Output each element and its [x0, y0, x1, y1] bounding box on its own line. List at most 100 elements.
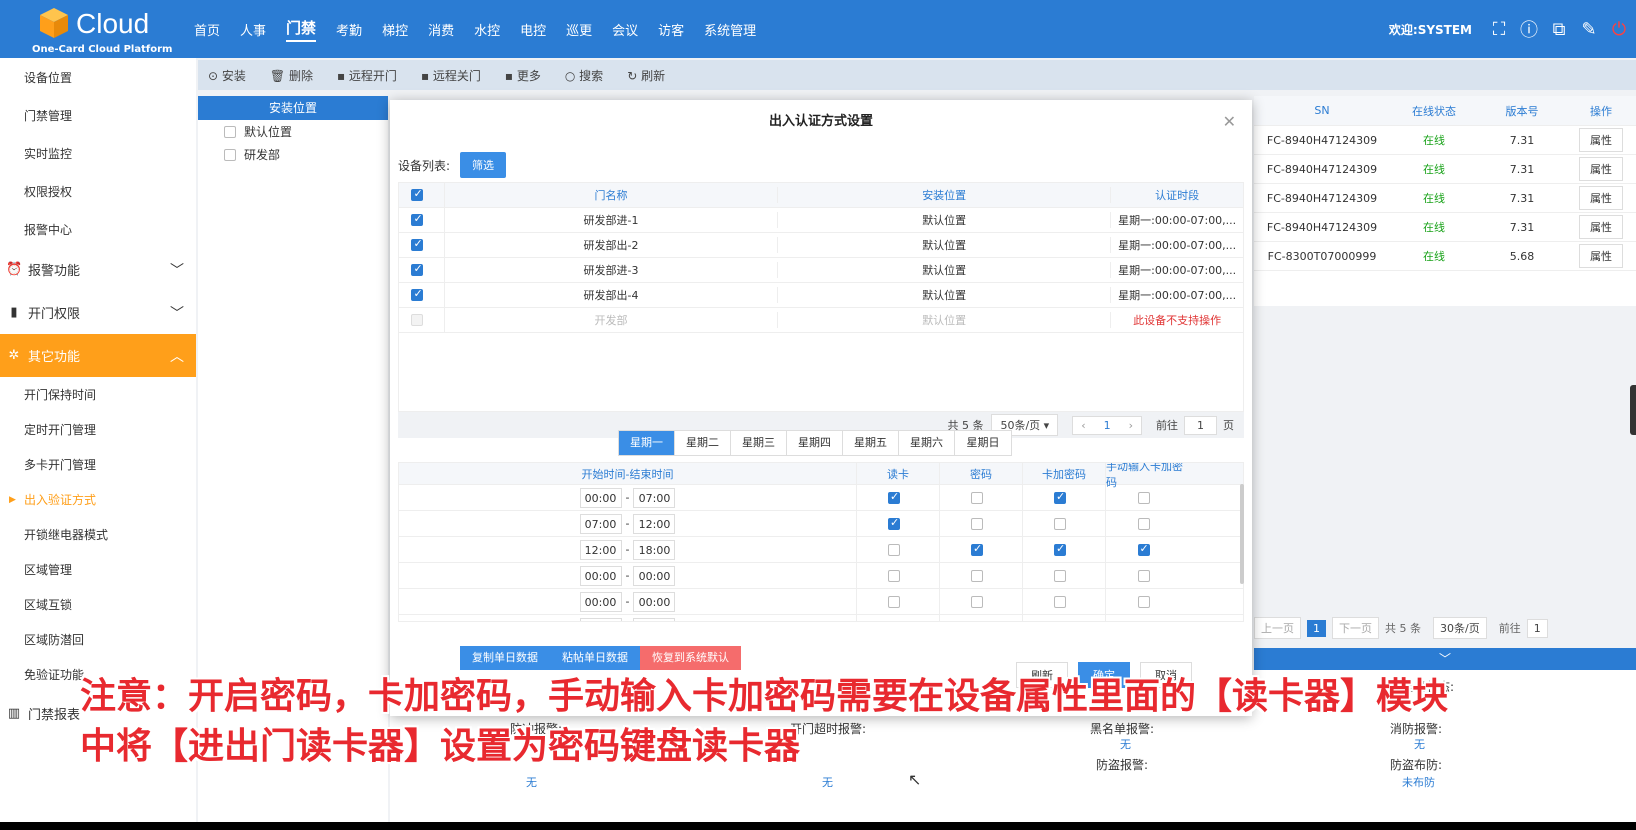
tab-saturday[interactable]: 星期六	[899, 431, 955, 455]
tab-monday[interactable]: 星期一	[619, 431, 675, 455]
attribute-button[interactable]: 属性	[1579, 128, 1623, 152]
attribute-button[interactable]: 属性	[1579, 215, 1623, 239]
table-row[interactable]: 研发部出-4默认位置星期一:00:00-07:00,...	[399, 283, 1243, 308]
delete-button[interactable]: 🗑 删除	[270, 67, 313, 84]
edit-icon[interactable]: ✎	[1576, 16, 1602, 42]
sidebar-item-permission[interactable]: 权限授权	[0, 172, 196, 210]
auth-checkbox[interactable]	[1137, 491, 1150, 504]
end-time-input[interactable]: 18:00	[633, 539, 676, 560]
sidebar-item-alarm-center[interactable]: 报警中心	[0, 210, 196, 248]
remote-close-button[interactable]: ▪ 远程关门	[421, 67, 481, 84]
auth-checkbox[interactable]	[888, 595, 900, 608]
nav-personnel[interactable]: 人事	[240, 20, 266, 39]
start-time-input[interactable]: 00:00	[579, 487, 622, 508]
nav-elevator[interactable]: 梯控	[382, 20, 408, 39]
select-all-checkbox[interactable]	[411, 187, 424, 201]
auth-checkbox[interactable]	[1054, 542, 1066, 556]
auth-checkbox[interactable]	[1054, 595, 1066, 608]
auth-checkbox[interactable]	[1137, 569, 1150, 582]
auth-checkbox[interactable]	[888, 569, 900, 582]
nav-patrol[interactable]: 巡更	[566, 20, 592, 39]
auth-checkbox[interactable]	[1137, 542, 1150, 556]
end-time-input[interactable]: 00:00	[633, 565, 676, 586]
sidebar-item-door-management[interactable]: 门禁管理	[0, 96, 196, 134]
table-row[interactable]: 研发部出-2默认位置星期一:00:00-07:00,...	[399, 233, 1243, 258]
tab-friday[interactable]: 星期五	[843, 431, 899, 455]
goto-input[interactable]: 1	[1526, 618, 1548, 638]
paste-day-button[interactable]: 粘帖单日数据	[550, 646, 640, 670]
filter-button[interactable]: 筛选	[460, 152, 507, 178]
nav-power[interactable]: 电控	[520, 20, 546, 39]
nav-system[interactable]: 系统管理	[704, 20, 756, 39]
tab-sunday[interactable]: 星期日	[955, 431, 1011, 455]
more-button[interactable]: ▪ 更多	[505, 67, 541, 84]
install-button[interactable]: ⊙ 安装	[208, 67, 246, 84]
tree-item[interactable]: 默认位置	[198, 120, 388, 143]
end-time-input[interactable]: 12:00	[633, 513, 676, 534]
attribute-button[interactable]: 属性	[1579, 157, 1623, 181]
nav-attendance[interactable]: 考勤	[336, 20, 362, 39]
sidebar-group-other[interactable]: ✲ 其它功能 ︿	[0, 334, 196, 377]
start-time-input[interactable]: 07:00	[579, 513, 622, 534]
row-checkbox[interactable]	[411, 262, 424, 276]
auth-checkbox[interactable]	[888, 543, 900, 556]
auth-checkbox[interactable]	[971, 491, 983, 504]
current-page[interactable]: 1	[1307, 619, 1326, 637]
auth-checkbox[interactable]	[1137, 595, 1150, 608]
restore-default-button[interactable]: 恢复到系统默认	[640, 646, 741, 670]
auth-checkbox[interactable]	[971, 517, 983, 530]
auth-checkbox[interactable]	[1054, 517, 1066, 530]
checkbox[interactable]	[224, 148, 236, 161]
tab-thursday[interactable]: 星期四	[787, 431, 843, 455]
sidebar-item-anti-passback[interactable]: 区域防潜回	[0, 622, 196, 657]
start-time-input[interactable]: 00:00	[579, 591, 622, 612]
next-page-button[interactable]: 下一页	[1332, 617, 1379, 639]
auth-checkbox[interactable]	[971, 595, 983, 608]
tab-wednesday[interactable]: 星期三	[731, 431, 787, 455]
fullscreen-icon[interactable]: ⛶	[1486, 16, 1512, 42]
table-row[interactable]: 研发部进-1默认位置星期一:00:00-07:00,...	[399, 208, 1243, 233]
search-button[interactable]: ○ 搜索	[565, 67, 603, 84]
end-time-input[interactable]: 00:00	[633, 591, 676, 612]
attribute-button[interactable]: 属性	[1579, 186, 1623, 210]
sidebar-item-auth-mode[interactable]: 出入验证方式	[0, 482, 196, 517]
nav-visitor[interactable]: 访客	[658, 20, 684, 39]
nav-meeting[interactable]: 会议	[612, 20, 638, 39]
sidebar-group-door-permission[interactable]: ▮ 开门权限 ﹀	[0, 291, 196, 334]
start-time-input[interactable]: 00:00	[579, 565, 622, 586]
goto-input[interactable]: 1	[1184, 415, 1217, 435]
prev-page-icon[interactable]: ‹	[1081, 419, 1085, 432]
tab-tuesday[interactable]: 星期二	[675, 431, 731, 455]
start-time-input[interactable]: 12:00	[579, 539, 622, 560]
prev-page-button[interactable]: 上一页	[1254, 617, 1301, 639]
end-time-input[interactable]: 07:00	[633, 487, 676, 508]
nav-access-control[interactable]: 门禁	[286, 17, 317, 42]
row-checkbox[interactable]	[411, 287, 424, 301]
auth-checkbox[interactable]	[888, 490, 900, 504]
next-page-icon[interactable]: ›	[1129, 419, 1133, 432]
sidebar-item-hold-time[interactable]: 开门保持时间	[0, 377, 196, 412]
side-handle[interactable]	[1630, 385, 1636, 435]
nav-home[interactable]: 首页	[194, 20, 220, 39]
sidebar-item-realtime-monitor[interactable]: 实时监控	[0, 134, 196, 172]
scrollbar[interactable]	[1240, 484, 1244, 584]
tree-item[interactable]: 研发部	[198, 143, 388, 166]
sidebar-item-relay-mode[interactable]: 开锁继电器模式	[0, 517, 196, 552]
language-icon[interactable]: ⧉	[1546, 16, 1572, 42]
sidebar-item-area-management[interactable]: 区域管理	[0, 552, 196, 587]
auth-checkbox[interactable]	[971, 542, 983, 556]
col-status[interactable]: 在线状态	[1390, 103, 1478, 119]
nav-water[interactable]: 水控	[474, 20, 500, 39]
auth-checkbox[interactable]	[971, 569, 983, 582]
sidebar-group-alarm[interactable]: ⏰ 报警功能 ﹀	[0, 248, 196, 291]
help-icon[interactable]: ⓘ	[1516, 16, 1542, 42]
auth-checkbox[interactable]	[1138, 622, 1150, 623]
sidebar-item-multi-card[interactable]: 多卡开门管理	[0, 447, 196, 482]
current-page[interactable]: 1	[1104, 419, 1111, 432]
auth-checkbox[interactable]	[888, 516, 900, 530]
row-checkbox[interactable]	[411, 212, 424, 226]
refresh-button[interactable]: ↻ 刷新	[627, 67, 665, 84]
sidebar-item-device-location[interactable]: 设备位置	[0, 58, 196, 96]
auth-checkbox[interactable]	[1054, 569, 1066, 582]
auth-checkbox[interactable]	[1137, 517, 1150, 530]
